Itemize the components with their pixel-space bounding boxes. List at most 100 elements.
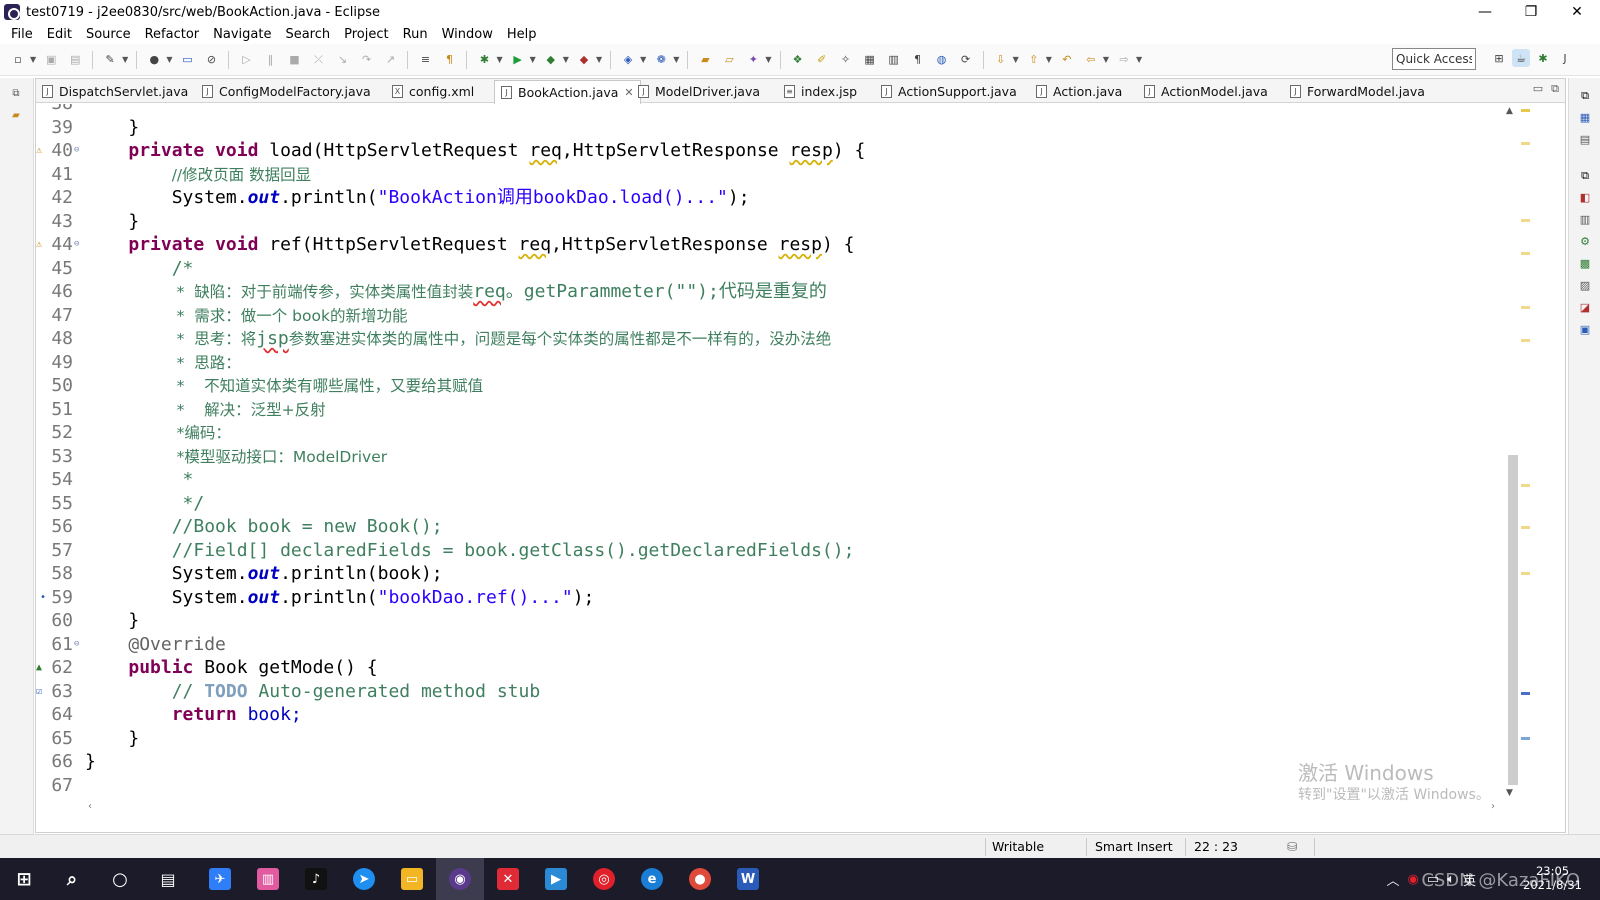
run-dropdown-icon[interactable]: ▼ (530, 55, 536, 64)
new-icon[interactable]: ▫ (9, 51, 27, 69)
new-server-icon[interactable]: ◈ (619, 51, 637, 69)
menu-edit[interactable]: Edit (40, 27, 79, 42)
tab-actionsupport[interactable]: J ActionSupport.java (881, 81, 1017, 102)
tab-close-icon[interactable]: ✕ (624, 86, 633, 99)
open-project-icon[interactable]: ▱ (720, 51, 738, 69)
warning-overview-mark[interactable] (1521, 142, 1530, 145)
menu-help[interactable]: Help (500, 27, 544, 42)
warning-overview-mark[interactable] (1521, 219, 1530, 222)
step-into-icon[interactable]: ↘ (333, 51, 351, 69)
step-over-icon[interactable]: ↷ (357, 51, 375, 69)
warning-overview-mark[interactable] (1521, 572, 1530, 575)
coverage-dropdown-icon[interactable]: ▼ (563, 55, 569, 64)
close-button[interactable]: ✕ (1554, 0, 1600, 24)
tab-index-jsp[interactable]: ≡ index.jsp (784, 81, 857, 102)
prev-annotation-icon[interactable]: ⇧ (1025, 51, 1043, 69)
step-return-icon[interactable]: ↗ (381, 51, 399, 69)
tab-configmodelfactory[interactable]: J ConfigModelFactory.java (202, 81, 371, 102)
tab-actionmodel[interactable]: J ActionModel.java (1144, 81, 1268, 102)
scrollbar-thumb[interactable] (1508, 455, 1518, 785)
taskbar-app-netease-music[interactable]: ◎ (580, 858, 628, 900)
paragraph-icon[interactable]: ¶ (909, 51, 927, 69)
external-tools-dropdown-icon[interactable]: ▼ (596, 55, 602, 64)
profile-dropdown-icon[interactable]: ▼ (166, 55, 172, 64)
prev-annotation-dropdown-icon[interactable]: ▼ (1046, 55, 1052, 64)
new-class-dropdown-icon[interactable]: ▼ (673, 55, 679, 64)
console-icon[interactable]: ▣ (1577, 322, 1593, 338)
menu-run[interactable]: Run (396, 27, 435, 42)
taskbar-app-tiktok[interactable]: ♪ (292, 858, 340, 900)
disconnect-icon[interactable]: ⤫ (309, 51, 327, 69)
data-source-icon[interactable]: ▩ (1577, 256, 1593, 272)
fold-collapse-icon[interactable]: ⊖ (74, 139, 79, 163)
taskbar-app-chrome[interactable]: ● (676, 858, 724, 900)
open-folder-icon[interactable]: ▰ (696, 51, 714, 69)
skip-breakpoints-icon[interactable]: ⊘ (202, 51, 220, 69)
search-tool-icon[interactable]: ✦ (744, 51, 762, 69)
terminal-icon[interactable]: ▭ (178, 51, 196, 69)
scroll-right-icon[interactable]: › (1491, 801, 1495, 812)
search-tool-dropdown-icon[interactable]: ▼ (765, 55, 771, 64)
save-icon[interactable]: ▣ (42, 51, 60, 69)
start-button[interactable]: ⊞ (0, 858, 48, 900)
warning-overview-mark[interactable] (1521, 306, 1530, 309)
tab-forwardmodel[interactable]: J ForwardModel.java (1290, 81, 1425, 102)
menu-window[interactable]: Window (435, 27, 500, 42)
snippets-icon[interactable]: ▨ (1577, 278, 1593, 294)
menu-file[interactable]: File (4, 27, 40, 42)
toggle-whitespace-icon[interactable]: ¶ (440, 51, 458, 69)
overview-ruler[interactable] (1520, 104, 1532, 804)
minimize-button[interactable]: — (1462, 0, 1508, 24)
fold-collapse-icon[interactable]: ⊖ (74, 633, 79, 657)
scroll-left-icon[interactable]: ‹ (88, 801, 92, 812)
taskbar-clock[interactable]: 23:05 2021/8/31 (1523, 864, 1582, 892)
next-annotation-dropdown-icon[interactable]: ▼ (1013, 55, 1019, 64)
outline-icon[interactable]: ▥ (885, 51, 903, 69)
taskbar-app-explorer[interactable]: ▭ (388, 858, 436, 900)
debug-icon[interactable]: ✱ (475, 51, 493, 69)
properties-icon[interactable]: ▥ (1577, 212, 1593, 228)
maximize-editor-icon[interactable]: ⧉ (1551, 82, 1559, 96)
task-view-button[interactable]: ▤ (144, 858, 192, 900)
markers-icon[interactable]: ◧ (1577, 190, 1593, 206)
tab-dispatchservlet[interactable]: J DispatchServlet.java (42, 81, 188, 102)
tab-config-xml[interactable]: Xconfig.xml (392, 81, 474, 102)
netease-tray-icon[interactable]: ◉ (1408, 872, 1419, 887)
warning-overview-mark[interactable] (1521, 109, 1530, 112)
menu-search[interactable]: Search (278, 27, 337, 42)
cortana-button[interactable]: ○ (96, 858, 144, 900)
show-hidden-icons-icon[interactable]: ︿ (1387, 870, 1400, 889)
back-icon[interactable]: ⇦ (1082, 51, 1100, 69)
menu-project[interactable]: Project (337, 27, 395, 42)
forward-icon[interactable]: ⇨ (1115, 51, 1133, 69)
taskbar-app-message[interactable]: ➤ (340, 858, 388, 900)
save-all-icon[interactable]: ▤ (66, 51, 84, 69)
back-dropdown-icon[interactable]: ▼ (1103, 55, 1109, 64)
globe-icon[interactable]: ◍ (933, 51, 951, 69)
warning-overview-mark[interactable] (1521, 252, 1530, 255)
profile-icon[interactable]: ● (145, 51, 163, 69)
menu-source[interactable]: Source (79, 27, 138, 42)
menu-refactor[interactable]: Refactor (138, 27, 207, 42)
task-list-icon[interactable]: ▤ (1577, 132, 1593, 148)
next-annotation-icon[interactable]: ⇩ (992, 51, 1010, 69)
taskbar-app-eclipse[interactable]: ◉ (436, 858, 484, 900)
minimize-editor-icon[interactable]: ▭ (1533, 82, 1543, 96)
taskbar-app-feishu[interactable]: ✈ (196, 858, 244, 900)
horizontal-scrollbar[interactable]: ‹ › (36, 801, 1503, 815)
terminate-icon[interactable]: ■ (285, 51, 303, 69)
java-perspective-icon[interactable]: J (1556, 49, 1574, 67)
menu-navigate[interactable]: Navigate (206, 27, 278, 42)
new-server-dropdown-icon[interactable]: ▼ (640, 55, 646, 64)
tab-modeldriver[interactable]: J ModelDriver.java (638, 81, 760, 102)
open-type-dropdown-icon[interactable]: ▼ (122, 55, 128, 64)
forward-dropdown-icon[interactable]: ▼ (1136, 55, 1142, 64)
toggle-block-icon[interactable]: ≡ (416, 51, 434, 69)
open-type-icon[interactable]: ✎ (101, 51, 119, 69)
annotation-icon[interactable]: ❖ (789, 51, 807, 69)
scroll-up-icon[interactable]: ▲ (1506, 106, 1513, 116)
search-button[interactable]: ⌕ (48, 858, 96, 900)
status-insert-mode[interactable]: Smart Insert (1095, 839, 1173, 854)
restore-bottom-icon[interactable]: ⧉ (1577, 168, 1593, 184)
run-icon[interactable]: ▶ (509, 51, 527, 69)
